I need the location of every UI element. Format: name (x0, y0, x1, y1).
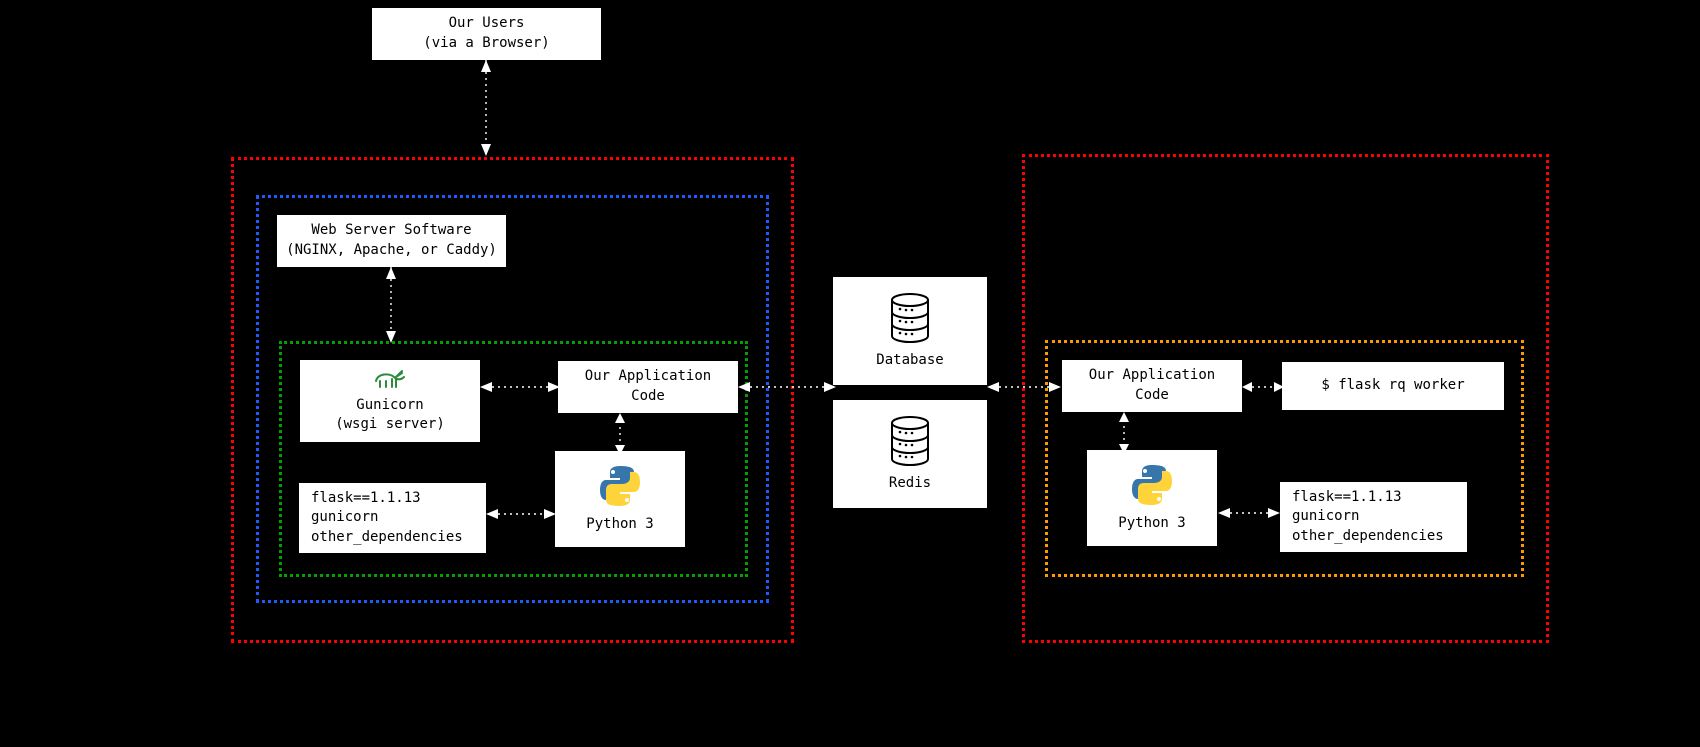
appcode-box-right: Our Application Code (1062, 360, 1242, 412)
redis-icon (887, 415, 933, 474)
deps-l1-left: flask==1.1.13 (311, 489, 421, 509)
appcode-label-right: Our Application Code (1089, 366, 1215, 405)
deps-l3-left: other_dependencies (311, 528, 463, 548)
deps-box-right: flask==1.1.13 gunicorn other_dependencie… (1280, 482, 1467, 552)
python-label-left: Python 3 (586, 515, 653, 535)
python-icon-left (598, 464, 642, 515)
python-box-left: Python 3 (555, 451, 685, 547)
worker-cmd-label: $ flask rq worker (1321, 376, 1464, 396)
python-box-right: Python 3 (1087, 450, 1217, 546)
redis-box: Redis (833, 400, 987, 508)
redis-label: Redis (889, 474, 931, 494)
deps-box-left: flask==1.1.13 gunicorn other_dependencie… (299, 483, 486, 553)
worker-cmd-box: $ flask rq worker (1282, 362, 1504, 410)
gunicorn-line1: Gunicorn (356, 396, 423, 416)
gunicorn-box: Gunicorn (wsgi server) (300, 360, 480, 442)
users-line2: (via a Browser) (423, 34, 549, 54)
appcode-box-left: Our Application Code (558, 361, 738, 413)
users-line1: Our Users (449, 14, 525, 34)
gunicorn-icon (372, 367, 408, 396)
arrow-users-to-server (476, 60, 496, 160)
webserver-line1: Web Server Software (311, 221, 471, 241)
database-icon (887, 292, 933, 351)
deps-l1-right: flask==1.1.13 (1292, 488, 1402, 508)
database-label: Database (876, 351, 943, 371)
deps-l3-right: other_dependencies (1292, 527, 1444, 547)
deps-l2-left: gunicorn (311, 508, 378, 528)
python-icon-right (1130, 463, 1174, 514)
database-box: Database (833, 277, 987, 385)
appcode-label-left: Our Application Code (585, 367, 711, 406)
users-box: Our Users (via a Browser) (372, 8, 601, 60)
webserver-line2: (NGINX, Apache, or Caddy) (286, 241, 497, 261)
gunicorn-line2: (wsgi server) (335, 415, 445, 435)
python-label-right: Python 3 (1118, 514, 1185, 534)
webserver-box: Web Server Software (NGINX, Apache, or C… (277, 215, 506, 267)
deps-l2-right: gunicorn (1292, 507, 1359, 527)
